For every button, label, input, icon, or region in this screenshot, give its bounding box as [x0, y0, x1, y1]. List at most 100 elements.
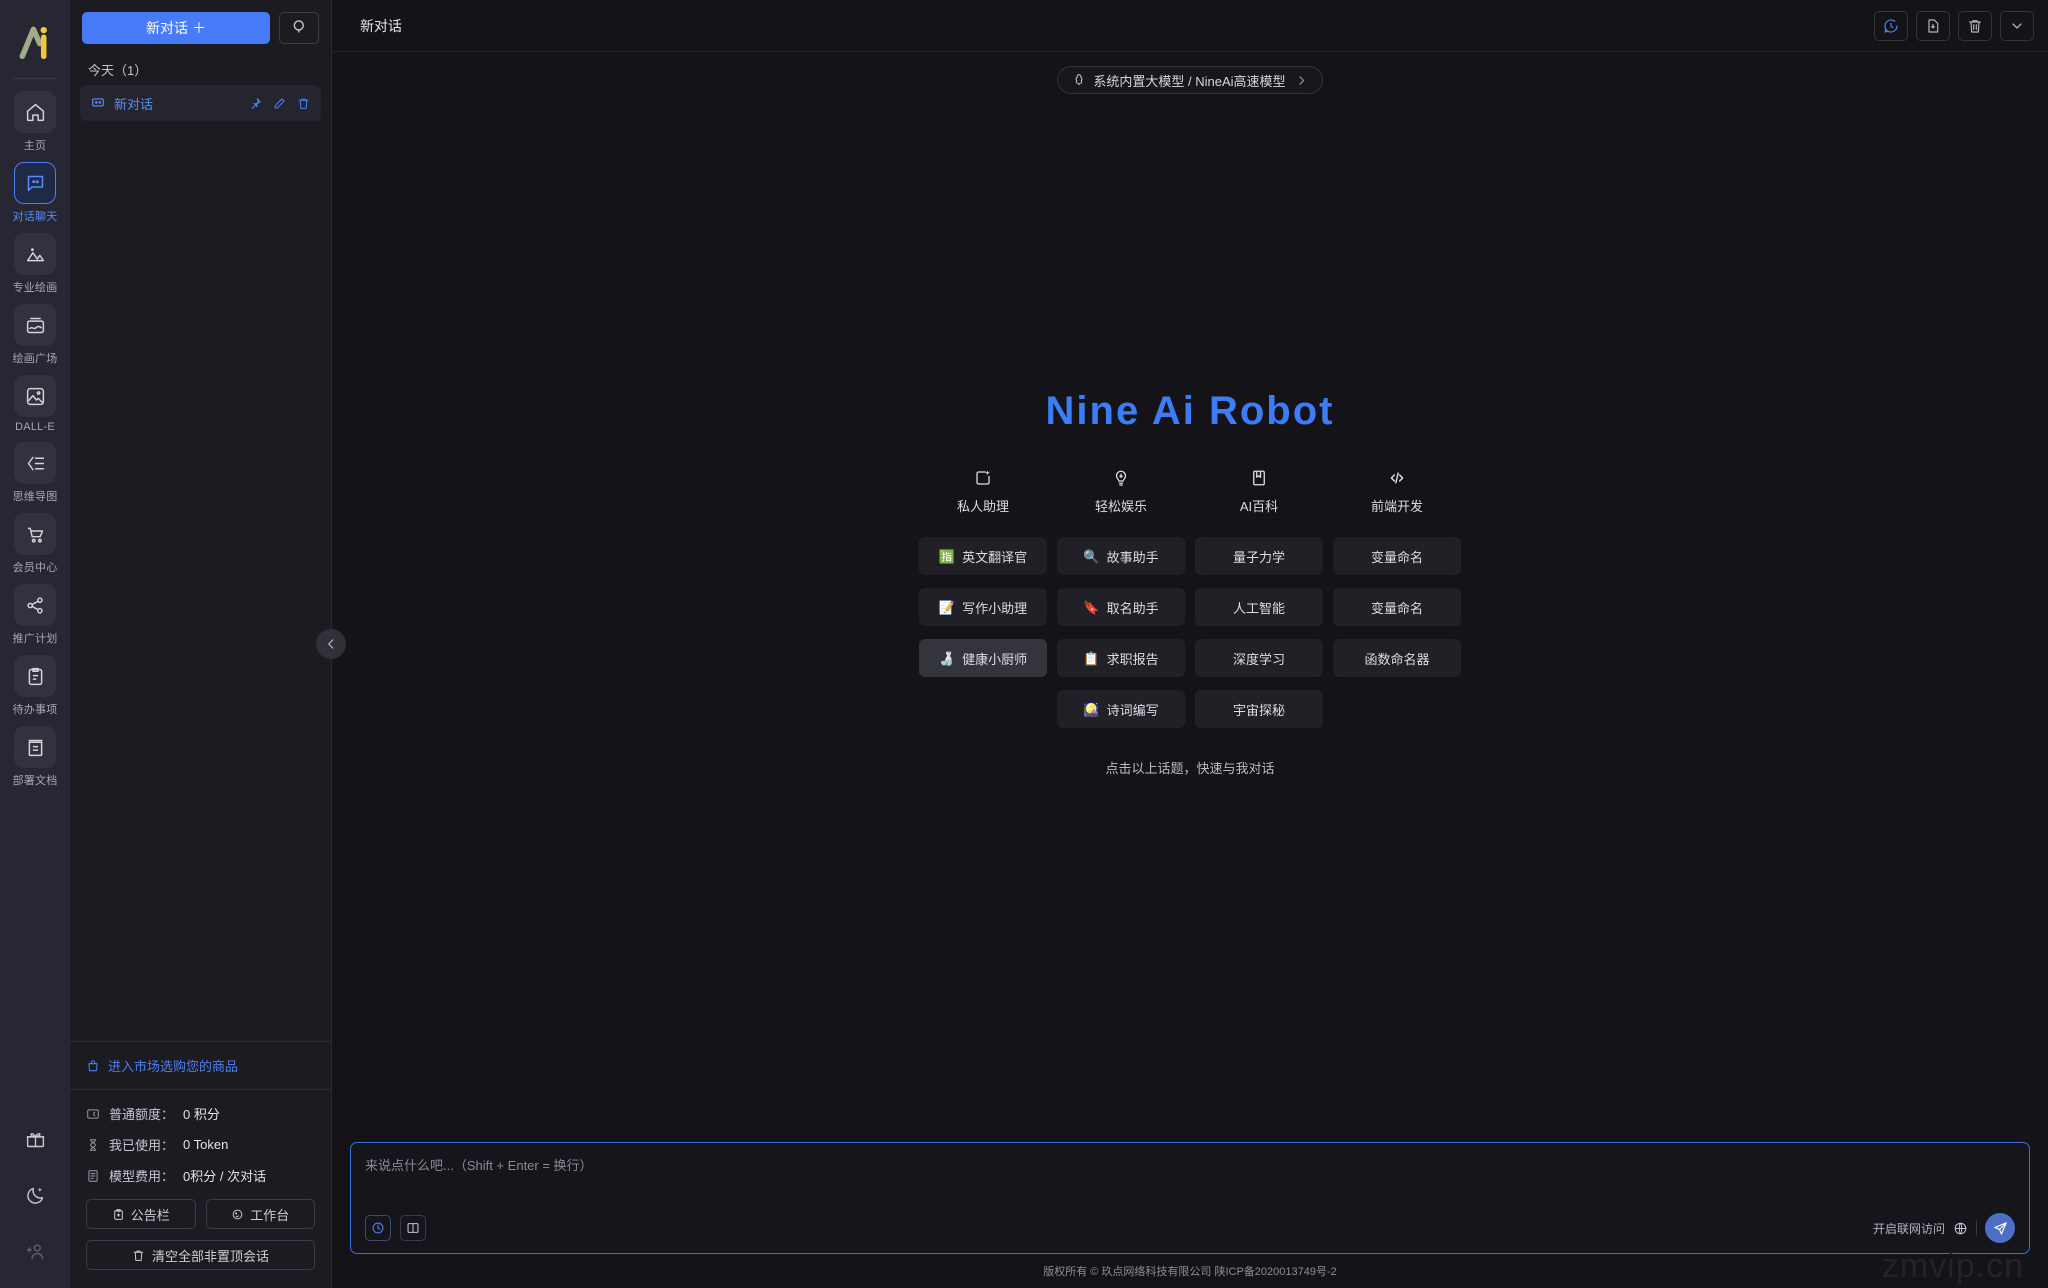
sidebar-button-row: 公告栏 工作台 [70, 1185, 331, 1229]
send-icon [1993, 1221, 2008, 1236]
send-button[interactable] [1985, 1213, 2015, 1243]
network-toggle-label[interactable]: 开启联网访问 [1873, 1220, 1945, 1237]
save-file-icon[interactable] [1916, 10, 1950, 41]
topic-label: 深度学习 [1232, 651, 1285, 667]
topic-grid: 🈯 英文翻译官 📝 写作小助理 🍶 健康小厨师 🔍 故事助手 🔖 取名助手 📋 … [914, 537, 1466, 728]
code-icon [1388, 468, 1406, 488]
image-icon [14, 233, 56, 275]
gallery-icon [14, 304, 56, 346]
chevron-left-icon [324, 637, 338, 651]
cart-icon [14, 513, 56, 555]
trash-icon [132, 1249, 145, 1262]
model-selector-bar: 系统内置大模型 / NineAi高速模型 [332, 52, 2048, 94]
category-frontend[interactable]: 前端开发 [1328, 468, 1466, 515]
rail-divider [13, 78, 57, 79]
sidebar-item-gallery[interactable]: 绘画广场 [9, 304, 61, 366]
sidebar-item-membership[interactable]: 会员中心 [9, 513, 61, 575]
topic-emoji: 🍶 [938, 650, 956, 666]
sidebar-item-label: 专业绘画 [12, 282, 58, 294]
sidebar-collapse-handle[interactable] [316, 629, 346, 659]
credit-icon [86, 1107, 100, 1121]
topbar-actions [1874, 10, 2034, 41]
sidebar-item-label: 对话聊天 [12, 211, 58, 223]
panel-icon[interactable] [400, 1215, 426, 1241]
quota-row-credits: 普通额度： 0 积分 [86, 1104, 315, 1123]
clear-conversations-button[interactable]: 清空全部非置顶会话 [86, 1240, 315, 1270]
composer: 开启联网访问 [350, 1142, 2030, 1254]
gift-icon[interactable] [20, 1124, 50, 1154]
topic-card[interactable]: 深度学习 [1195, 639, 1323, 677]
main-area: 新对话 系统内置大模型 / NineAi高速模型 Nine Ai Robot 私… [332, 0, 2048, 1288]
category-wiki[interactable]: AI百科 [1190, 468, 1328, 515]
topic-label: 求职报告 [1106, 651, 1159, 667]
trash-icon[interactable] [1958, 10, 1992, 41]
topic-card[interactable]: 🔍 故事助手 [1057, 537, 1185, 575]
topic-card[interactable]: 🈯 英文翻译官 [919, 537, 1047, 575]
mindmap-icon [14, 442, 56, 484]
composer-right-actions: 开启联网访问 [1873, 1213, 2015, 1243]
globe-icon[interactable] [1953, 1221, 1968, 1236]
sidebar-item-promotion[interactable]: 推广计划 [9, 584, 61, 646]
topic-card[interactable]: 量子力学 [1195, 537, 1323, 575]
category-entertainment[interactable]: 轻松娱乐 [1052, 468, 1190, 515]
sidebar-item-todo[interactable]: 待办事项 [9, 655, 61, 717]
category-assistant[interactable]: 私人助理 [914, 468, 1052, 515]
quota-value: 0积分 / 次对话 [183, 1169, 267, 1184]
topic-label: 变量命名 [1370, 549, 1423, 565]
edit-icon[interactable] [273, 97, 286, 110]
topic-card[interactable]: 宇宙探秘 [1195, 690, 1323, 728]
topic-card[interactable]: 📋 求职报告 [1057, 639, 1185, 677]
topic-card[interactable]: 🎑 诗词编写 [1057, 690, 1185, 728]
announcement-button[interactable]: 公告栏 [86, 1199, 196, 1229]
market-link[interactable]: 进入市场选购您的商品 [70, 1041, 331, 1090]
message-input[interactable] [365, 1155, 2015, 1213]
sidebar-item-label: 待办事项 [12, 704, 58, 716]
sidebar-item-chat[interactable]: 对话聊天 [9, 162, 61, 224]
sidebar-item-docs[interactable]: 部署文档 [9, 726, 61, 788]
sidebar-top-actions: 新对话 ＋ [70, 0, 331, 52]
topic-card[interactable]: 🍶 健康小厨师 [919, 639, 1047, 677]
sidebar-item-dalle[interactable]: DALL-E [9, 375, 61, 433]
new-chat-button[interactable]: 新对话 ＋ [82, 12, 270, 44]
workbench-label: 工作台 [250, 1207, 290, 1223]
list-item[interactable]: 新对话 [80, 85, 321, 121]
dalle-icon [14, 375, 56, 417]
conversation-group-label: 今天（1） [88, 63, 148, 78]
sidebar-item-drawing[interactable]: 专业绘画 [9, 233, 61, 295]
search-button[interactable] [279, 12, 319, 44]
chevron-down-icon[interactable] [2000, 10, 2034, 41]
sidebar-item-home[interactable]: 主页 [9, 91, 61, 153]
app-logo[interactable] [11, 18, 59, 66]
topic-card[interactable]: 📝 写作小助理 [919, 588, 1047, 626]
topic-card[interactable]: 变量命名 [1333, 588, 1461, 626]
add-user-icon[interactable] [20, 1236, 50, 1266]
clear-conversations-label: 清空全部非置顶会话 [151, 1248, 269, 1264]
category-row: 私人助理 轻松娱乐 AI百科 前端开发 [914, 468, 1466, 515]
model-selector[interactable]: 系统内置大模型 / NineAi高速模型 [1057, 66, 1323, 94]
footer-copyright: 版权所有 © 玖点网络科技有限公司 陕ICP备2020013749号-2 [1043, 1266, 1337, 1278]
workbench-icon [231, 1208, 244, 1221]
chat-history-icon[interactable] [1874, 10, 1908, 41]
topic-label: 写作小助理 [962, 600, 1028, 616]
announcement-label: 公告栏 [130, 1207, 170, 1223]
composer-toolbar: 开启联网访问 [365, 1213, 2015, 1243]
delete-icon[interactable] [297, 97, 310, 110]
topic-card[interactable]: 变量命名 [1333, 537, 1461, 575]
moon-icon[interactable] [20, 1180, 50, 1210]
pin-icon[interactable] [249, 97, 262, 110]
topic-card[interactable]: 🔖 取名助手 [1057, 588, 1185, 626]
topic-card[interactable]: 人工智能 [1195, 588, 1323, 626]
sidebar-item-label: 绘画广场 [12, 353, 58, 365]
workbench-button[interactable]: 工作台 [205, 1199, 315, 1229]
topic-column-2: 量子力学 人工智能 深度学习 宇宙探秘 [1190, 537, 1328, 728]
topic-column-1: 🔍 故事助手 🔖 取名助手 📋 求职报告 🎑 诗词编写 [1052, 537, 1190, 728]
home-icon [14, 91, 56, 133]
topic-label: 量子力学 [1232, 549, 1285, 565]
app-root: 主页 对话聊天 专业绘画 绘画广场 DALL-E 思维导图 会员中心 推广计划 … [0, 0, 2048, 1288]
sidebar-item-mindmap[interactable]: 思维导图 [9, 442, 61, 504]
quota-label: 我已使用： [109, 1138, 175, 1153]
conversation-list: 新对话 [70, 85, 331, 121]
history-icon[interactable] [365, 1215, 391, 1241]
sidebar-item-label: 部署文档 [12, 775, 58, 787]
topic-card[interactable]: 函数命名器 [1333, 639, 1461, 677]
